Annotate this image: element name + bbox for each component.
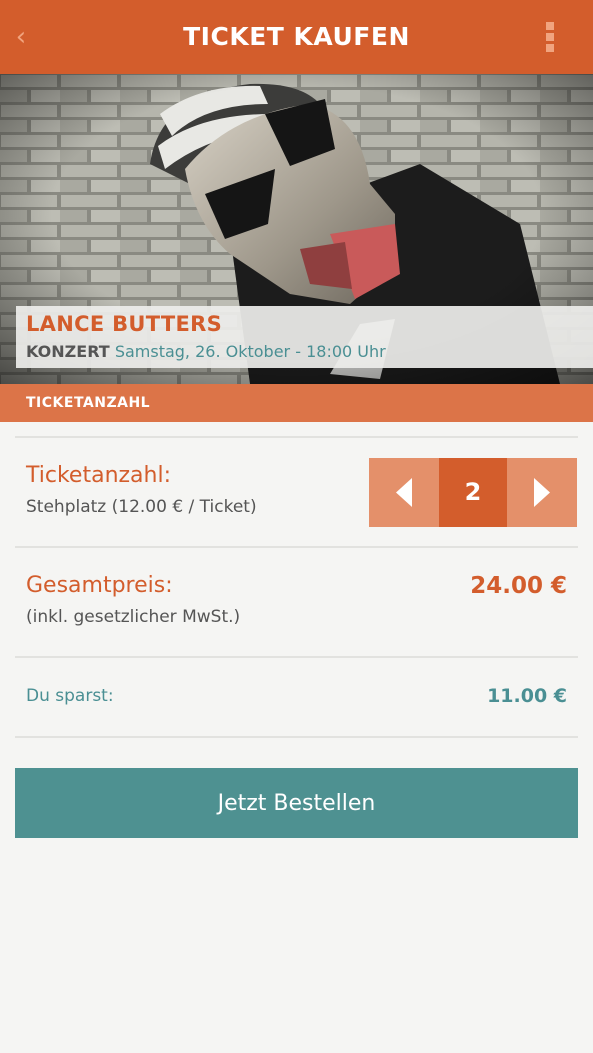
top-app-bar: ‹ TICKET KAUFEN — [0, 0, 593, 74]
ticket-category: Stehplatz (12.00 € / Ticket) — [26, 497, 257, 517]
event-date: Samstag, 26. Oktober - 18:00 Uhr — [114, 342, 386, 361]
order-now-button[interactable]: Jetzt Bestellen — [15, 768, 578, 838]
section-title: TICKETANZAHL — [26, 395, 151, 411]
divider — [15, 546, 578, 548]
triangle-right-icon — [534, 478, 550, 507]
savings-value: 11.00 € — [487, 685, 567, 707]
event-details: KONZERT Samstag, 26. Oktober - 18:00 Uhr — [26, 342, 386, 361]
divider — [15, 436, 578, 438]
overflow-menu-button[interactable] — [536, 20, 564, 54]
ticket-quantity-label: Ticketanzahl: — [26, 463, 172, 488]
quantity-stepper: 2 — [369, 458, 577, 527]
section-header: TICKETANZAHL — [0, 384, 593, 422]
total-price-note: (inkl. gesetzlicher MwSt.) — [26, 607, 241, 627]
triangle-left-icon — [396, 478, 412, 507]
decrease-quantity-button[interactable] — [369, 458, 439, 527]
page-title: TICKET KAUFEN — [183, 22, 410, 51]
event-artist: LANCE BUTTERS — [26, 312, 223, 336]
divider — [15, 736, 578, 738]
total-price-label: Gesamtpreis: — [26, 573, 173, 598]
event-info-overlay: LANCE BUTTERS KONZERT Samstag, 26. Oktob… — [16, 306, 593, 368]
event-hero-image: LANCE BUTTERS KONZERT Samstag, 26. Oktob… — [0, 74, 593, 384]
divider — [15, 656, 578, 658]
increase-quantity-button[interactable] — [507, 458, 577, 527]
event-type: KONZERT — [26, 342, 110, 361]
overflow-menu-icon — [546, 22, 554, 30]
total-price-value: 24.00 € — [470, 573, 567, 599]
savings-label: Du sparst: — [26, 686, 114, 706]
quantity-value: 2 — [439, 458, 507, 527]
